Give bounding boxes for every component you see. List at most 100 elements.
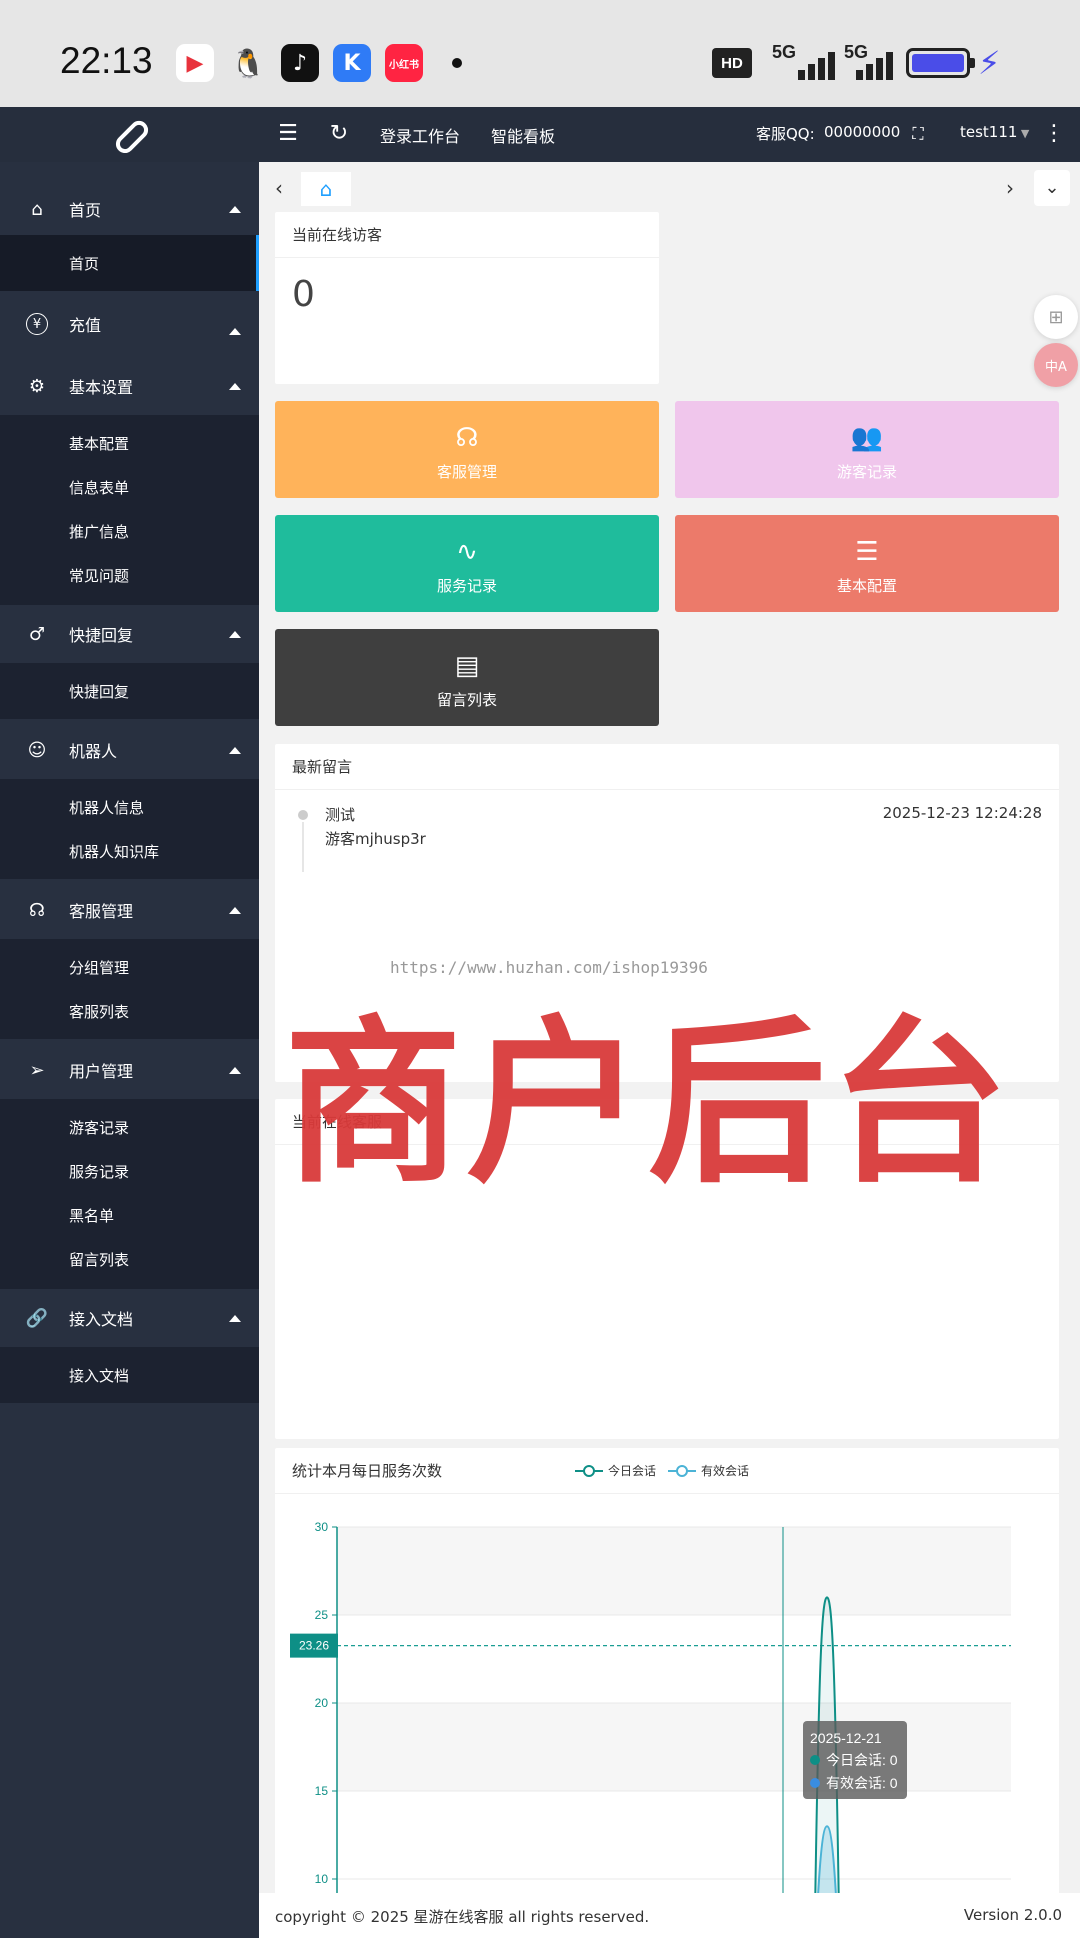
tab-prev-icon[interactable]: ‹ bbox=[275, 176, 283, 200]
sidebar-group-integration-docs[interactable]: 🔗 接入文档 bbox=[0, 1292, 259, 1344]
kuaishou-app-icon: ▶ bbox=[176, 44, 214, 82]
tooltip-line-valid: 有效会话: 0 bbox=[826, 1775, 898, 1791]
sidebar-item-basic-config[interactable]: 基本配置 bbox=[69, 433, 129, 454]
tile-label: 游客记录 bbox=[836, 463, 897, 481]
sidebar-item-info-form[interactable]: 信息表单 bbox=[69, 477, 129, 498]
xiaohongshu-app-icon: 小红书 bbox=[385, 44, 423, 82]
user-menu[interactable]: test111 ▼ bbox=[960, 123, 1029, 141]
tile-visitor-records[interactable]: 👥 游客记录 bbox=[675, 401, 1059, 498]
sidebar-sub-home: 首页 bbox=[0, 235, 259, 291]
notification-dot-icon bbox=[452, 58, 462, 68]
sidebar-group-label: 首页 bbox=[69, 201, 102, 220]
sidebar-item-home[interactable]: 首页 bbox=[69, 253, 99, 274]
headset-icon: ☊ bbox=[29, 899, 45, 921]
nav-link-smart-dashboard[interactable]: 智能看板 bbox=[491, 123, 555, 147]
sidebar-item-group-management[interactable]: 分组管理 bbox=[69, 957, 129, 978]
collapse-menu-icon[interactable]: ☰ bbox=[275, 121, 301, 147]
sidebar-item-message-list[interactable]: 留言列表 bbox=[69, 1249, 129, 1270]
sidebar-group-user-management[interactable]: ➢ 用户管理 bbox=[0, 1044, 259, 1096]
service-chart: 30 25 20 15 10 23.26 2025-12-21 今日会话: 0 有效会话: 0 bbox=[290, 1520, 1011, 1893]
document-icon: ▤ bbox=[454, 651, 480, 681]
tab-home[interactable]: ⌂ bbox=[301, 172, 351, 206]
sidebar-group-agent-management[interactable]: ☊ 客服管理 bbox=[0, 884, 259, 936]
legend-valid[interactable]: 有效会话 bbox=[701, 1462, 749, 1479]
tile-agent-management[interactable]: ☊ 客服管理 bbox=[275, 401, 659, 498]
caret-up-icon bbox=[229, 630, 241, 638]
online-visitors-count: 0 bbox=[292, 274, 315, 315]
refresh-icon[interactable]: ↻ bbox=[326, 121, 352, 147]
legend-marker-today bbox=[575, 1464, 603, 1477]
sidebar-item-faq[interactable]: 常见问题 bbox=[69, 565, 129, 586]
sidebar-group-robot[interactable]: ☺ 机器人 bbox=[0, 724, 259, 776]
plot-band bbox=[337, 1703, 1011, 1791]
chart-legend: 今日会话 有效会话 bbox=[575, 1462, 749, 1479]
send-icon: ➢ bbox=[29, 1059, 45, 1081]
yen-icon: ¥ bbox=[26, 313, 48, 335]
footer: copyright © 2025 星游在线客服 all rights reser… bbox=[259, 1893, 1080, 1938]
tile-label: 基本配置 bbox=[836, 577, 897, 595]
status-bar: 22:13 ▶ 🐧 ♪ K 小红书 HD 5G 5G ⚡ bbox=[0, 0, 1080, 107]
sidebar-group-label: 客服管理 bbox=[69, 902, 134, 921]
sidebar-item-service-records[interactable]: 服务记录 bbox=[69, 1161, 129, 1182]
message-visitor: 游客mjhusp3r bbox=[325, 830, 426, 848]
sidebar-group-label: 机器人 bbox=[69, 742, 118, 761]
qq-app-icon: 🐧 bbox=[230, 46, 266, 80]
message-title[interactable]: 测试 bbox=[325, 804, 355, 825]
nav-link-login-workbench[interactable]: 登录工作台 bbox=[380, 123, 460, 147]
y-tick-label: 15 bbox=[315, 1784, 329, 1798]
tab-menu-chevron-down-icon[interactable]: ⌄ bbox=[1034, 170, 1070, 206]
tab-next-icon[interactable]: › bbox=[1006, 176, 1014, 200]
sidebar-sub-quick-reply: 快捷回复 bbox=[0, 663, 259, 719]
legend-marker-valid bbox=[668, 1464, 697, 1477]
sidebar-item-integration-docs[interactable]: 接入文档 bbox=[69, 1365, 129, 1386]
fullscreen-icon[interactable]: ⛶ bbox=[905, 121, 931, 147]
sidebar-sub-agent-management: 分组管理 客服列表 bbox=[0, 939, 259, 1039]
logo-icon bbox=[115, 120, 148, 153]
sidebar-group-label: 基本设置 bbox=[69, 378, 134, 397]
tooltip-dot-valid bbox=[810, 1778, 820, 1788]
translate-icon[interactable]: 中A bbox=[1034, 343, 1078, 387]
sidebar-group-home[interactable]: ⌂ 首页 bbox=[0, 183, 259, 235]
plot-band bbox=[337, 1615, 1011, 1703]
charging-icon: ⚡ bbox=[978, 44, 1001, 82]
y-tick-label: 10 bbox=[315, 1872, 329, 1886]
sidebar-item-robot-knowledge[interactable]: 机器人知识库 bbox=[69, 841, 159, 862]
tile-service-records[interactable]: ∿ 服务记录 bbox=[275, 515, 659, 612]
caret-up-icon bbox=[229, 906, 241, 914]
logo[interactable] bbox=[0, 107, 259, 162]
service-qq-value: 00000000 bbox=[824, 123, 901, 141]
sidebar-item-visitor-records[interactable]: 游客记录 bbox=[69, 1117, 129, 1138]
caret-up-icon bbox=[229, 1314, 241, 1322]
sidebar-group-recharge[interactable]: ¥ 充值 bbox=[0, 298, 259, 350]
k-app-icon: K bbox=[333, 44, 371, 82]
sidebar: ⌂ 首页 首页 ¥ 充值 ⚙ 基本设置 基本配置 信息表单 推广信息 常见问题 … bbox=[0, 162, 259, 1938]
tile-message-list[interactable]: ▤ 留言列表 bbox=[275, 629, 659, 726]
caret-up-icon bbox=[229, 328, 241, 335]
headset-icon: ☊ bbox=[455, 423, 479, 453]
home-icon: ⌂ bbox=[319, 177, 333, 201]
sidebar-group-quick-reply[interactable]: ♂ 快捷回复 bbox=[0, 608, 259, 660]
tile-basic-config[interactable]: ☰ 基本配置 bbox=[675, 515, 1059, 612]
sidebar-item-quick-reply[interactable]: 快捷回复 bbox=[69, 681, 129, 702]
y-tick-label: 25 bbox=[315, 1608, 329, 1622]
sidebar-item-agent-list[interactable]: 客服列表 bbox=[69, 1001, 129, 1022]
legend-today[interactable]: 今日会话 bbox=[608, 1462, 656, 1479]
sidebar-group-basic-settings[interactable]: ⚙ 基本设置 bbox=[0, 360, 259, 412]
sidebar-item-robot-info[interactable]: 机器人信息 bbox=[69, 797, 144, 818]
tile-label: 服务记录 bbox=[436, 577, 497, 595]
more-vertical-icon[interactable]: ⋮ bbox=[1041, 121, 1067, 147]
online-visitors-card: 当前在线访客 0 bbox=[275, 212, 659, 384]
top-navbar: ☰ ↻ 登录工作台 智能看板 客服QQ: 00000000 ⛶ test111 … bbox=[0, 107, 1080, 162]
tile-label: 客服管理 bbox=[436, 463, 497, 481]
tooltip-dot-today bbox=[810, 1755, 820, 1765]
sidebar-sub-user-management: 游客记录 服务记录 黑名单 留言列表 bbox=[0, 1099, 259, 1289]
plot-band bbox=[337, 1527, 1011, 1615]
sidebar-item-promotion[interactable]: 推广信息 bbox=[69, 521, 129, 542]
sidebar-sub-robot: 机器人信息 机器人知识库 bbox=[0, 779, 259, 879]
tiktok-app-icon: ♪ bbox=[281, 44, 319, 82]
widgets-icon[interactable]: ⊞ bbox=[1034, 295, 1078, 339]
sidebar-item-blacklist[interactable]: 黑名单 bbox=[69, 1205, 114, 1226]
sidebar-group-label: 充值 bbox=[69, 316, 102, 335]
message-time: 2025-12-23 12:24:28 bbox=[882, 804, 1042, 822]
sliders-icon: ☰ bbox=[855, 537, 879, 567]
